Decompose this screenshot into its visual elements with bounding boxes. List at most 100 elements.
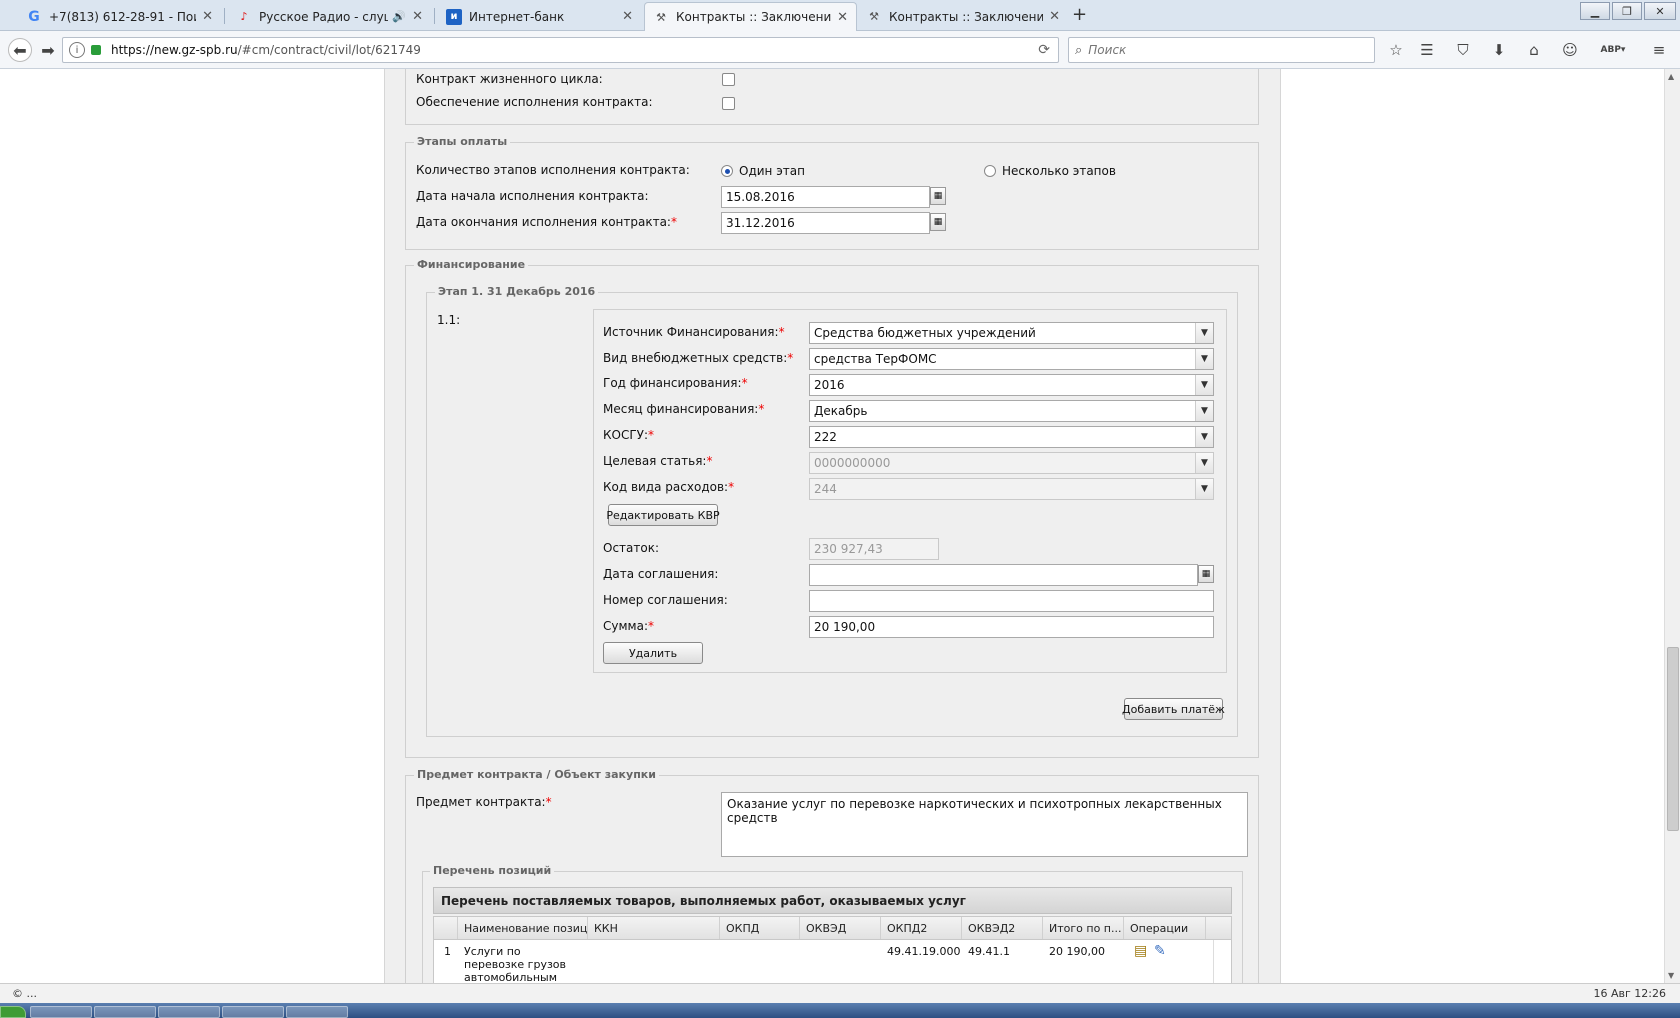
- multiple-stages-label: Несколько этапов: [1002, 164, 1116, 178]
- security-checkbox[interactable]: [722, 97, 735, 110]
- taskbar-item[interactable]: [222, 1006, 284, 1018]
- search-box[interactable]: ⌕: [1068, 37, 1375, 63]
- close-tab-icon[interactable]: ✕: [202, 9, 213, 24]
- target-article-label: Целевая статья:*: [603, 454, 713, 468]
- minimize-button[interactable]: ▁: [1580, 2, 1610, 20]
- details-icon[interactable]: ▤: [1128, 940, 1148, 963]
- browser-tab-bar: G +7(813) 612-28-91 - Поиск... ✕ ♪ Русск…: [0, 0, 1680, 31]
- radio-icon: ♪: [240, 10, 248, 23]
- tab-contracts[interactable]: ⚒ Контракты :: Заключение ... ✕: [858, 2, 1068, 31]
- delete-button[interactable]: Удалить: [603, 642, 703, 664]
- url-text: https://new.gz-spb.ru/#cm/contract/civil…: [111, 43, 421, 57]
- close-tab-icon[interactable]: ✕: [412, 9, 423, 24]
- maximize-button[interactable]: ❐: [1612, 2, 1642, 20]
- column-header-number: [434, 917, 458, 939]
- forward-button[interactable]: ➡: [36, 38, 60, 62]
- column-header-okpd[interactable]: ОКПД: [720, 917, 800, 939]
- column-header-total[interactable]: Итого по п...: [1043, 917, 1124, 939]
- year-select[interactable]: 2016 ▼: [809, 374, 1214, 396]
- table-row: 1 Услуги по перевозке грузов автомобильн…: [433, 940, 1232, 983]
- page-scrollbar[interactable]: ▲ ▼: [1664, 69, 1680, 983]
- month-select[interactable]: Декабрь ▼: [809, 400, 1214, 422]
- close-tab-icon[interactable]: ✕: [837, 10, 848, 25]
- agreement-number-input[interactable]: [809, 590, 1214, 612]
- edit-kvr-button[interactable]: Редактировать КВР: [606, 504, 720, 526]
- start-button[interactable]: [0, 1006, 26, 1018]
- cell-okpd2: 49.41.19.000: [887, 945, 961, 958]
- menu-icon[interactable]: ≡: [1648, 39, 1670, 61]
- sum-input[interactable]: 20 190,00: [809, 616, 1214, 638]
- multiple-stages-radio[interactable]: [984, 165, 996, 177]
- start-date-input[interactable]: 15.08.2016: [721, 186, 930, 208]
- item-number: 1.1:: [437, 313, 461, 327]
- taskbar-item[interactable]: [286, 1006, 348, 1018]
- row-number: 1: [444, 945, 451, 958]
- tab-separator: [434, 8, 435, 24]
- back-button[interactable]: ⬅: [8, 38, 32, 62]
- cell-okved2: 49.41.1: [968, 945, 1010, 958]
- chevron-down-icon: ▼: [1195, 323, 1213, 343]
- page-content: Контракт жизненного цикла: Обеспечение и…: [0, 69, 1664, 983]
- download-icon[interactable]: ⬇: [1488, 39, 1510, 61]
- taskbar-item[interactable]: [158, 1006, 220, 1018]
- calendar-icon[interactable]: ▦: [1198, 565, 1214, 583]
- remainder-label: Остаток:: [603, 541, 660, 555]
- kosgu-select[interactable]: 222 ▼: [809, 426, 1214, 448]
- chevron-down-icon: ▼: [1195, 479, 1213, 499]
- chat-icon[interactable]: ☺: [1559, 39, 1581, 61]
- stages-count-label: Количество этапов исполнения контракта:: [416, 163, 690, 177]
- kind-select[interactable]: средства ТерФОМС ▼: [809, 348, 1214, 370]
- column-header-okved2[interactable]: ОКВЭД2: [962, 917, 1043, 939]
- close-tab-icon[interactable]: ✕: [622, 9, 633, 24]
- home-icon[interactable]: ⌂: [1523, 39, 1545, 61]
- tab-title: Контракты :: Заключение ...: [676, 10, 832, 24]
- tab-google-search[interactable]: G +7(813) 612-28-91 - Поиск... ✕: [18, 2, 221, 31]
- calendar-icon[interactable]: ▦: [930, 213, 946, 231]
- scroll-down-icon[interactable]: ▼: [1668, 971, 1674, 980]
- tab-separator: [224, 8, 225, 24]
- lock-icon: [91, 45, 101, 55]
- adblock-icon[interactable]: ABP▾: [1597, 39, 1629, 61]
- column-header-okved[interactable]: ОКВЭД: [800, 917, 881, 939]
- end-date-input[interactable]: 31.12.2016: [721, 212, 930, 234]
- taskbar-item[interactable]: [30, 1006, 92, 1018]
- reading-list-icon[interactable]: ☰: [1416, 39, 1438, 61]
- taskbar-item[interactable]: [94, 1006, 156, 1018]
- chevron-down-icon: ▼: [1195, 375, 1213, 395]
- new-tab-button[interactable]: +: [1072, 4, 1087, 25]
- close-window-button[interactable]: ✕: [1644, 2, 1676, 20]
- chevron-down-icon: ▼: [1195, 427, 1213, 447]
- add-payment-button[interactable]: Добавить платёж: [1122, 698, 1225, 720]
- tab-internet-bank[interactable]: и Интернет-банк ✕: [438, 2, 641, 31]
- speaker-icon[interactable]: 🔊: [392, 10, 406, 23]
- column-header-kkn[interactable]: ККН: [588, 917, 720, 939]
- end-date-label: Дата окончания исполнения контракта:*: [416, 215, 677, 229]
- tab-radio[interactable]: ♪ Русское Радио - слуш... 🔊 ✕: [228, 2, 431, 31]
- one-stage-radio[interactable]: [721, 165, 733, 177]
- lifecycle-checkbox[interactable]: [722, 73, 735, 86]
- agreement-date-input[interactable]: [809, 564, 1198, 586]
- source-select[interactable]: Средства бюджетных учреждений ▼: [809, 322, 1214, 344]
- column-header-name[interactable]: Наименование позиции: [458, 917, 588, 939]
- close-tab-icon[interactable]: ✕: [1049, 9, 1060, 24]
- info-icon[interactable]: i: [69, 42, 85, 58]
- column-header-okpd2[interactable]: ОКПД2: [881, 917, 962, 939]
- subject-textarea[interactable]: Оказание услуг по перевозке наркотически…: [721, 792, 1248, 857]
- pocket-icon[interactable]: ⛉: [1452, 39, 1474, 61]
- scroll-up-icon[interactable]: ▲: [1668, 72, 1674, 81]
- tab-title: Контракты :: Заключение ...: [889, 9, 1044, 24]
- reload-icon[interactable]: ⟳: [1038, 42, 1050, 58]
- tab-contracts-active[interactable]: ⚒ Контракты :: Заключение ... ✕: [644, 2, 857, 31]
- contract-form-panel: Контракт жизненного цикла: Обеспечение и…: [384, 69, 1281, 983]
- tool-icon: ⚒: [656, 10, 666, 24]
- chevron-down-icon: ▼: [1195, 349, 1213, 369]
- column-divider: [1213, 940, 1214, 983]
- calendar-icon[interactable]: ▦: [930, 187, 946, 205]
- address-bar[interactable]: i https://new.gz-spb.ru/#cm/contract/civ…: [62, 37, 1059, 63]
- bookmark-star-icon[interactable]: ☆: [1385, 39, 1407, 61]
- scroll-thumb[interactable]: [1667, 647, 1679, 831]
- tab-title: Русское Радио - слуш...: [259, 9, 388, 24]
- kvr-label: Код вида расходов:*: [603, 480, 735, 494]
- edit-pencil-icon[interactable]: ✎: [1148, 940, 1168, 963]
- search-input[interactable]: [1088, 43, 1359, 57]
